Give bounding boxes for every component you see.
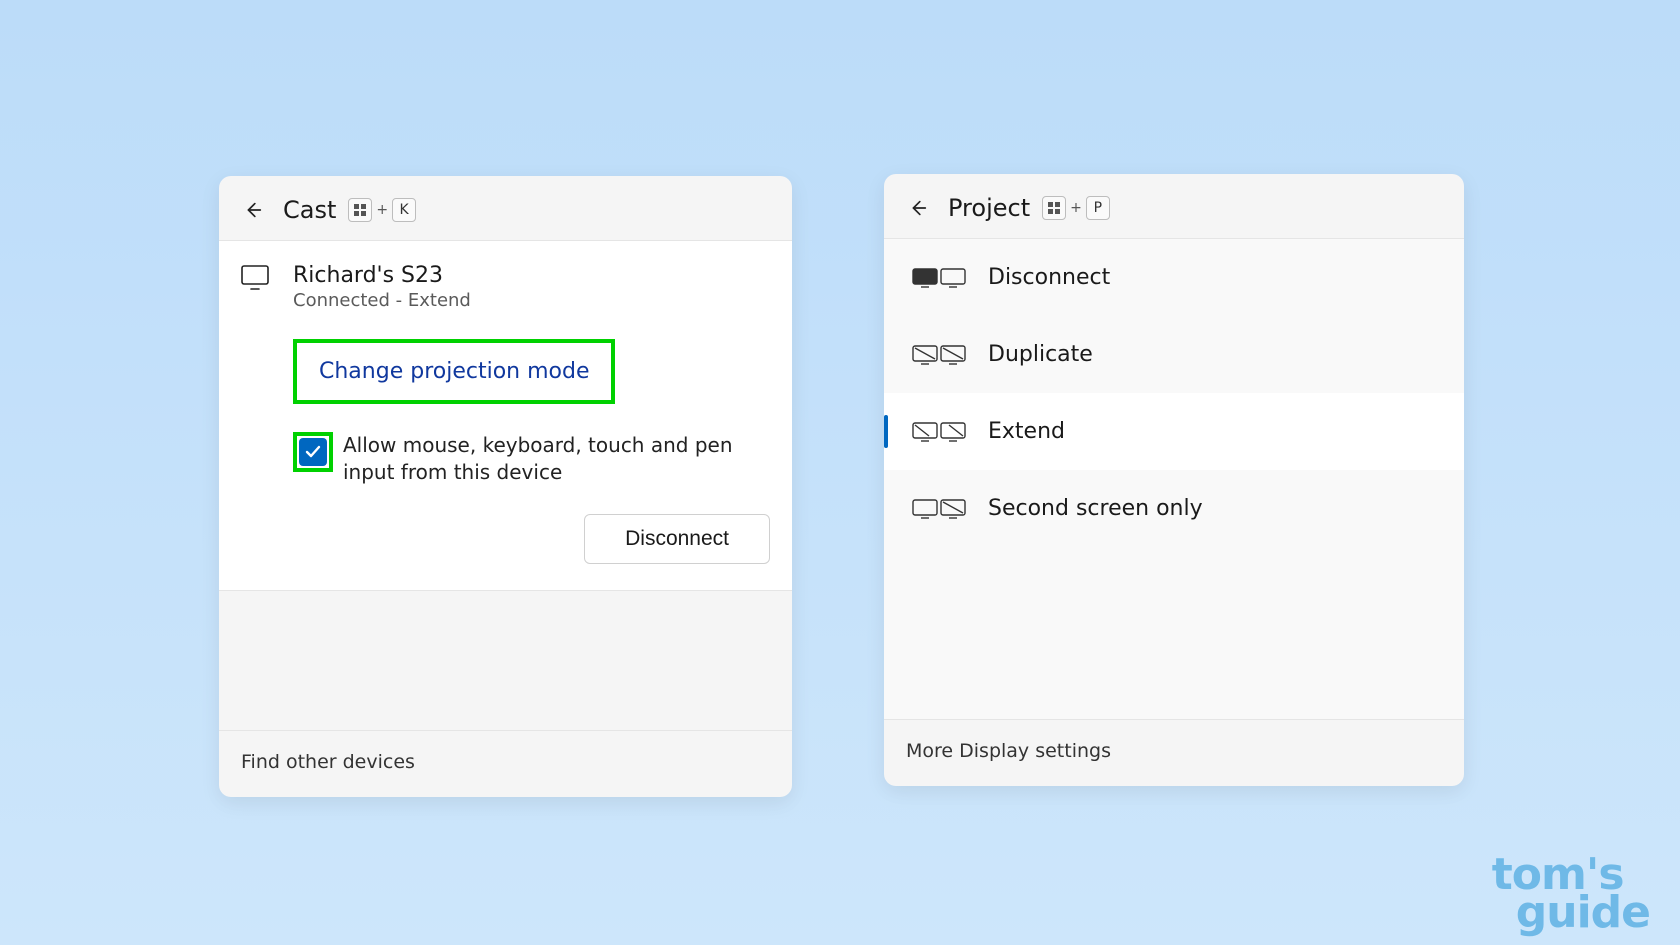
change-projection-mode-button[interactable]: Change projection mode bbox=[293, 339, 615, 404]
find-other-devices-link[interactable]: Find other devices bbox=[219, 730, 792, 797]
shortcut-plus: + bbox=[1070, 200, 1082, 216]
option-label: Extend bbox=[988, 419, 1065, 444]
watermark-line2: guide bbox=[1492, 894, 1650, 931]
disconnect-icon bbox=[912, 268, 966, 288]
more-display-settings-link[interactable]: More Display settings bbox=[884, 719, 1464, 786]
option-second-screen-only[interactable]: Second screen only bbox=[884, 470, 1464, 547]
option-duplicate[interactable]: Duplicate bbox=[884, 316, 1464, 393]
disconnect-row: Disconnect bbox=[293, 514, 770, 564]
project-shortcut: + P bbox=[1042, 196, 1110, 220]
shortcut-key: K bbox=[392, 198, 416, 222]
cast-title: Cast bbox=[283, 196, 336, 224]
project-title: Project bbox=[948, 194, 1030, 222]
shortcut-key: P bbox=[1086, 196, 1110, 220]
project-panel: Project + P Disconnect Duplicate bbox=[884, 174, 1464, 786]
windows-key-icon bbox=[348, 198, 372, 222]
option-extend[interactable]: Extend bbox=[884, 393, 1464, 470]
arrow-left-icon bbox=[907, 197, 929, 219]
cast-body: Richard's S23 Connected - Extend Change … bbox=[219, 240, 792, 591]
project-header: Project + P bbox=[884, 174, 1464, 238]
arrow-left-icon bbox=[242, 199, 264, 221]
allow-input-row: Allow mouse, keyboard, touch and pen inp… bbox=[293, 432, 770, 486]
device-row: Richard's S23 Connected - Extend Change … bbox=[241, 263, 770, 564]
option-label: Disconnect bbox=[988, 265, 1110, 290]
back-button[interactable] bbox=[906, 196, 930, 220]
watermark-logo: tom's guide bbox=[1492, 856, 1650, 931]
checkbox-checked-icon bbox=[299, 438, 327, 466]
disconnect-button[interactable]: Disconnect bbox=[584, 514, 770, 564]
allow-input-label: Allow mouse, keyboard, touch and pen inp… bbox=[343, 432, 770, 486]
cast-panel: Cast + K Richard's S23 Connected - Exten… bbox=[219, 176, 792, 797]
option-disconnect[interactable]: Disconnect bbox=[884, 239, 1464, 316]
cast-shortcut: + K bbox=[348, 198, 416, 222]
back-button[interactable] bbox=[241, 198, 265, 222]
project-options: Disconnect Duplicate Extend Second scree… bbox=[884, 238, 1464, 719]
allow-input-checkbox[interactable] bbox=[293, 432, 333, 472]
cast-header: Cast + K bbox=[219, 176, 792, 240]
device-info: Richard's S23 Connected - Extend Change … bbox=[293, 263, 770, 564]
option-label: Second screen only bbox=[988, 496, 1203, 521]
option-label: Duplicate bbox=[988, 342, 1093, 367]
duplicate-icon bbox=[912, 345, 966, 365]
monitor-icon bbox=[241, 263, 271, 564]
extend-icon bbox=[912, 422, 966, 442]
windows-key-icon bbox=[1042, 196, 1066, 220]
second-only-icon bbox=[912, 499, 966, 519]
device-status: Connected - Extend bbox=[293, 290, 770, 311]
device-name: Richard's S23 bbox=[293, 263, 770, 288]
shortcut-plus: + bbox=[376, 202, 388, 218]
